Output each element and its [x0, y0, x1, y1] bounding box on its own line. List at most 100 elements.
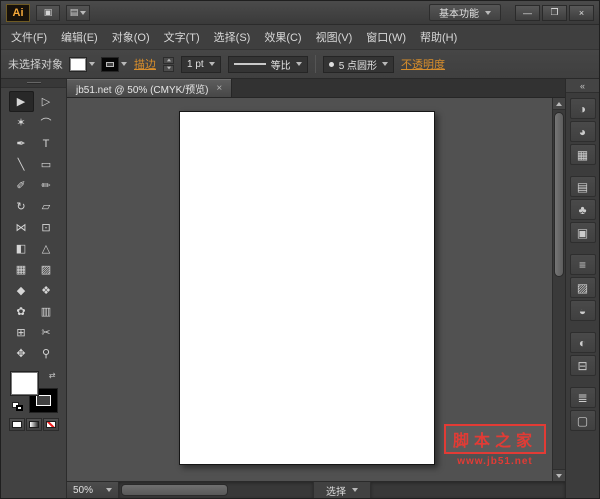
shape-builder-tool[interactable]: ◧ [9, 238, 34, 259]
vertical-scroll-thumb[interactable] [554, 112, 564, 278]
default-colors-icon[interactable] [11, 402, 23, 411]
bridge-button[interactable]: ▣ [36, 4, 60, 21]
artboard[interactable] [179, 111, 435, 465]
zoom-level-value: 50% [73, 484, 94, 496]
horizontal-scrollbar-right[interactable] [371, 482, 565, 498]
mesh-tool[interactable]: ▦ [9, 259, 34, 280]
restore-button[interactable]: ❐ [542, 4, 567, 21]
arrange-documents-button[interactable]: ▤ [66, 4, 90, 21]
stroke-panel-link[interactable]: 描边 [134, 56, 156, 72]
menu-item[interactable]: 文字(T) [157, 25, 207, 49]
appearance-panel-button[interactable]: ◐ [569, 332, 596, 353]
menu-item[interactable]: 效果(C) [257, 25, 308, 49]
canvas[interactable]: 脚本之家 www.jb51.net [67, 98, 552, 481]
magic-wand-tool-icon: ✶ [16, 117, 26, 129]
vertical-scroll-track[interactable] [553, 110, 565, 469]
graphic-styles-panel-button[interactable]: ▣ [569, 222, 596, 243]
width-tool[interactable]: ⋈ [9, 217, 34, 238]
horizontal-scrollbar[interactable] [119, 482, 313, 498]
horizontal-scroll-thumb[interactable] [121, 484, 228, 496]
stroke-weight-stepper[interactable] [163, 56, 174, 72]
minimize-button[interactable]: — [515, 4, 540, 21]
zoom-tool[interactable]: ⚲ [34, 343, 59, 364]
symbol-sprayer-tool[interactable]: ✿ [9, 301, 34, 322]
tools-panel-header[interactable] [1, 79, 66, 88]
direct-selection-tool[interactable]: ▷ [34, 91, 59, 112]
brush-definition-select[interactable]: 5 点圆形 [322, 55, 395, 73]
stroke-profile-select[interactable]: 等比 [227, 55, 308, 73]
fill-color-control[interactable] [70, 57, 95, 71]
pen-tool[interactable]: ✒ [9, 133, 34, 154]
stroke-weight-field[interactable]: 1 pt [181, 55, 221, 73]
swatches-panel-button[interactable]: ▦ [569, 144, 596, 165]
chevron-up-icon [166, 58, 171, 62]
symbols-panel-button[interactable]: ♣ [569, 199, 596, 220]
menu-item[interactable]: 帮助(H) [413, 25, 464, 49]
document-tab[interactable]: jb51.net @ 50% (CMYK/预览) × [67, 79, 233, 97]
color-panel-button[interactable]: ◑ [569, 98, 596, 119]
artboards-panel-button[interactable]: ▢ [569, 410, 596, 431]
vertical-scrollbar[interactable] [552, 98, 565, 481]
transparency-panel-button[interactable]: ◒ [569, 300, 596, 321]
menu-item[interactable]: 视图(V) [309, 25, 360, 49]
zoom-level-select[interactable]: 50% [67, 482, 119, 498]
swap-colors-icon[interactable]: ⇄ [49, 372, 56, 380]
chevron-down-icon [121, 62, 127, 66]
align-panel-button[interactable]: ⊟ [569, 355, 596, 376]
type-tool[interactable]: T [34, 133, 59, 154]
appearance-panel-icon: ◐ [578, 335, 587, 350]
close-tab-icon[interactable]: × [216, 83, 222, 94]
selection-tool[interactable]: ▶ [8, 91, 34, 112]
menu-item[interactable]: 窗口(W) [359, 25, 413, 49]
selection-status-label: 未选择对象 [8, 59, 63, 71]
line-segment-tool[interactable]: ╲ [9, 154, 34, 175]
free-transform-tool[interactable]: ⊡ [34, 217, 59, 238]
brush-definition-label: 5 点圆形 [338, 60, 378, 72]
close-button[interactable]: × [569, 4, 594, 21]
gradient-panel-button[interactable]: ▨ [569, 277, 596, 298]
fill-color-swatch[interactable] [10, 372, 38, 395]
hand-tool[interactable]: ✥ [9, 343, 34, 364]
workspace-switcher-button[interactable]: 基本功能 [429, 4, 501, 21]
stroke-color-control[interactable] [102, 57, 127, 71]
stroke-weight-value: 1 pt [187, 58, 204, 70]
magic-wand-tool[interactable]: ✶ [9, 112, 34, 133]
scroll-down-button[interactable] [553, 469, 565, 481]
eyedropper-tool[interactable]: ◆ [9, 280, 34, 301]
menu-item[interactable]: 编辑(E) [54, 25, 105, 49]
gradient-mode-button[interactable] [25, 418, 42, 431]
gradient-tool[interactable]: ▨ [34, 259, 59, 280]
paintbrush-tool[interactable]: ✐ [9, 175, 34, 196]
color-guide-panel-button[interactable]: ◕ [569, 121, 596, 142]
rectangle-tool[interactable]: ▭ [34, 154, 59, 175]
default-stroke-icon [15, 405, 23, 411]
color-panel-icon: ◑ [578, 101, 587, 116]
menu-item[interactable]: 选择(S) [207, 25, 258, 49]
artboard-tool[interactable]: ⊞ [9, 322, 34, 343]
divider [314, 55, 316, 73]
menu-item[interactable]: 文件(F) [4, 25, 54, 49]
expand-panels-button[interactable]: « [566, 79, 599, 93]
color-mode-button[interactable] [8, 418, 25, 431]
lasso-tool[interactable]: ⌒ [34, 112, 59, 133]
slice-tool[interactable]: ✂ [34, 322, 59, 343]
decrease-stroke-button[interactable] [163, 64, 174, 72]
increase-stroke-button[interactable] [163, 56, 174, 64]
chevron-down-icon [556, 473, 562, 478]
column-graph-tool[interactable]: ▥ [34, 301, 59, 322]
opacity-panel-link[interactable]: 不透明度 [401, 56, 445, 72]
pencil-tool[interactable]: ✏ [34, 175, 59, 196]
rotate-tool[interactable]: ↻ [9, 196, 34, 217]
graphic-styles-panel-icon: ▣ [576, 225, 589, 240]
scale-tool-icon: ▱ [41, 201, 51, 213]
blend-tool[interactable]: ❖ [34, 280, 59, 301]
brushes-panel-button[interactable]: ▤ [569, 176, 596, 197]
perspective-grid-tool[interactable]: △ [34, 238, 59, 259]
scroll-up-button[interactable] [553, 98, 565, 110]
scale-tool[interactable]: ▱ [34, 196, 59, 217]
tool-status-display[interactable]: 选择 [313, 482, 371, 498]
none-mode-button[interactable] [42, 418, 59, 431]
layers-panel-button[interactable]: ≣ [569, 387, 596, 408]
menu-item[interactable]: 对象(O) [105, 25, 157, 49]
stroke-panel-button[interactable]: ≡ [569, 254, 596, 275]
